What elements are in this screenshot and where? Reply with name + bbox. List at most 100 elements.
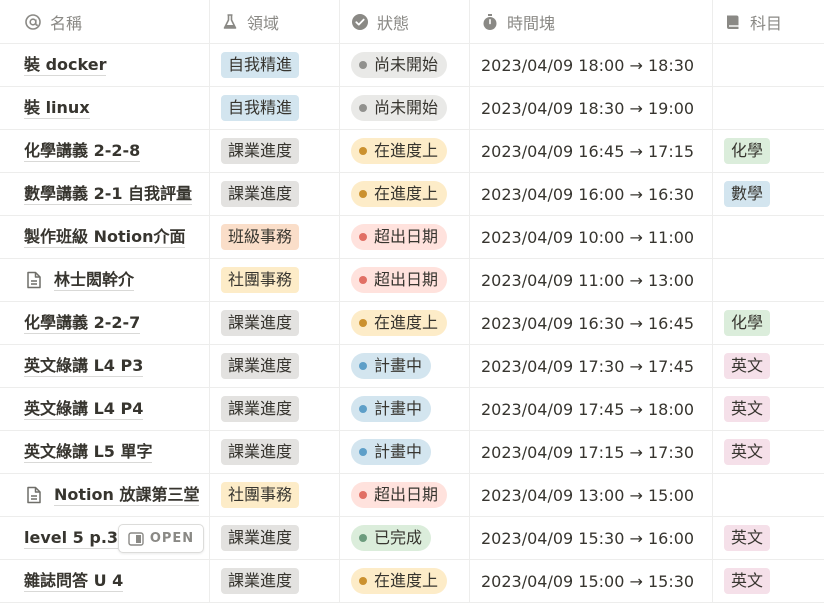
time-cell[interactable]: 2023/04/09 16:45 → 17:15 (470, 130, 713, 172)
table-row[interactable]: 製作班級 Notion介面 班級事務 超出日期 2023/04/09 10:00… (0, 216, 824, 259)
row-title[interactable]: 製作班級 Notion介面 (24, 226, 186, 248)
time-cell[interactable]: 2023/04/09 17:45 → 18:00 (470, 388, 713, 430)
table-row[interactable]: 裝 linux 自我精進 尚未開始 2023/04/09 18:30 → 19:… (0, 87, 824, 130)
row-title[interactable]: 裝 linux (24, 97, 90, 119)
area-tag: 自我精進 (221, 52, 300, 78)
area-cell[interactable]: 課業進度 (210, 302, 340, 344)
area-cell[interactable]: 課業進度 (210, 173, 340, 215)
name-cell[interactable]: 裝 docker (0, 44, 210, 86)
row-title[interactable]: 數學講義 2-1 自我評量 (24, 183, 193, 205)
status-cell[interactable]: 計畫中 (340, 345, 470, 387)
status-cell[interactable]: 尚未開始 (340, 87, 470, 129)
table-row[interactable]: 化學講義 2-2-7 課業進度 在進度上 2023/04/09 16:30 → … (0, 302, 824, 345)
area-cell[interactable]: 課業進度 (210, 560, 340, 602)
name-cell[interactable]: 裝 linux (0, 87, 210, 129)
status-cell[interactable]: 在進度上 (340, 302, 470, 344)
time-cell[interactable]: 2023/04/09 13:00 → 15:00 (470, 474, 713, 516)
table-row[interactable]: 雜誌問答 U 4 課業進度 在進度上 2023/04/09 15:00 → 15… (0, 560, 824, 603)
subject-cell[interactable] (713, 87, 824, 129)
name-cell[interactable]: 化學講義 2-2-8 (0, 130, 210, 172)
status-cell[interactable]: 已完成 (340, 517, 470, 559)
area-cell[interactable]: 社團事務 (210, 259, 340, 301)
row-title[interactable]: 裝 docker (24, 54, 107, 76)
table-row[interactable]: 英文綠講 L5 單字 課業進度 計畫中 2023/04/09 17:15 → 1… (0, 431, 824, 474)
row-title[interactable]: level 5 p.34 (24, 527, 130, 549)
status-cell[interactable]: 超出日期 (340, 259, 470, 301)
subject-cell[interactable] (713, 474, 824, 516)
name-cell[interactable]: 英文綠講 L5 單字 (0, 431, 210, 473)
open-page-button[interactable]: OPEN (118, 524, 204, 553)
subject-cell[interactable]: 化學 (713, 302, 824, 344)
column-header-name[interactable]: 名稱 (0, 0, 210, 43)
at-sign-icon (24, 13, 42, 31)
row-title[interactable]: Notion 放課第三堂 (54, 484, 200, 506)
status-cell[interactable]: 超出日期 (340, 474, 470, 516)
time-cell[interactable]: 2023/04/09 18:30 → 19:00 (470, 87, 713, 129)
row-title[interactable]: 英文綠講 L4 P3 (24, 355, 144, 377)
table-row[interactable]: 數學講義 2-1 自我評量 課業進度 在進度上 2023/04/09 16:00… (0, 173, 824, 216)
row-title[interactable]: 林士閎幹介 (54, 269, 135, 291)
row-title[interactable]: 化學講義 2-2-7 (24, 312, 141, 334)
area-cell[interactable]: 課業進度 (210, 517, 340, 559)
column-header-status[interactable]: 狀態 (340, 0, 470, 43)
area-tag: 課業進度 (221, 568, 300, 594)
status-cell[interactable]: 在進度上 (340, 173, 470, 215)
table-row[interactable]: 英文綠講 L4 P3 課業進度 計畫中 2023/04/09 17:30 → 1… (0, 345, 824, 388)
time-cell[interactable]: 2023/04/09 17:15 → 17:30 (470, 431, 713, 473)
time-cell[interactable]: 2023/04/09 10:00 → 11:00 (470, 216, 713, 258)
area-cell[interactable]: 自我精進 (210, 44, 340, 86)
status-cell[interactable]: 計畫中 (340, 388, 470, 430)
name-cell[interactable]: 英文綠講 L4 P4 (0, 388, 210, 430)
subject-cell[interactable] (713, 44, 824, 86)
subject-cell[interactable]: 英文 (713, 388, 824, 430)
time-cell[interactable]: 2023/04/09 16:00 → 16:30 (470, 173, 713, 215)
status-cell[interactable]: 在進度上 (340, 130, 470, 172)
subject-cell[interactable]: 英文 (713, 560, 824, 602)
column-header-time[interactable]: 時間塊 (470, 0, 713, 43)
subject-cell[interactable] (713, 216, 824, 258)
area-cell[interactable]: 課業進度 (210, 431, 340, 473)
status-cell[interactable]: 超出日期 (340, 216, 470, 258)
area-cell[interactable]: 班級事務 (210, 216, 340, 258)
subject-cell[interactable]: 英文 (713, 431, 824, 473)
table-row[interactable]: 化學講義 2-2-8 課業進度 在進度上 2023/04/09 16:45 → … (0, 130, 824, 173)
name-cell[interactable]: 數學講義 2-1 自我評量 (0, 173, 210, 215)
column-header-area[interactable]: 領域 (210, 0, 340, 43)
table-row[interactable]: level 5 p.34 課業進度 已完成 2023/04/09 15:30 →… (0, 517, 824, 560)
time-cell[interactable]: 2023/04/09 11:00 → 13:00 (470, 259, 713, 301)
table-row[interactable]: Notion 放課第三堂 社團事務 超出日期 2023/04/09 13:00 … (0, 474, 824, 517)
name-cell[interactable]: 製作班級 Notion介面 (0, 216, 210, 258)
time-cell[interactable]: 2023/04/09 15:00 → 15:30 (470, 560, 713, 602)
table-row[interactable]: 英文綠講 L4 P4 課業進度 計畫中 2023/04/09 17:45 → 1… (0, 388, 824, 431)
area-cell[interactable]: 自我精進 (210, 87, 340, 129)
subject-cell[interactable]: 英文 (713, 517, 824, 559)
status-cell[interactable]: 尚未開始 (340, 44, 470, 86)
area-cell[interactable]: 課業進度 (210, 388, 340, 430)
subject-cell[interactable]: 數學 (713, 173, 824, 215)
area-cell[interactable]: 課業進度 (210, 345, 340, 387)
row-title[interactable]: 雜誌問答 U 4 (24, 570, 124, 592)
table-row[interactable]: 林士閎幹介 社團事務 超出日期 2023/04/09 11:00 → 13:00 (0, 259, 824, 302)
subject-cell[interactable]: 英文 (713, 345, 824, 387)
row-title[interactable]: 英文綠講 L5 單字 (24, 441, 153, 463)
name-cell[interactable]: 林士閎幹介 (0, 259, 210, 301)
time-cell[interactable]: 2023/04/09 16:30 → 16:45 (470, 302, 713, 344)
page-document-icon (24, 485, 44, 505)
area-cell[interactable]: 社團事務 (210, 474, 340, 516)
table-row[interactable]: 裝 docker 自我精進 尚未開始 2023/04/09 18:00 → 18… (0, 44, 824, 87)
area-cell[interactable]: 課業進度 (210, 130, 340, 172)
name-cell[interactable]: Notion 放課第三堂 (0, 474, 210, 516)
name-cell[interactable]: 化學講義 2-2-7 (0, 302, 210, 344)
name-cell[interactable]: 英文綠講 L4 P3 (0, 345, 210, 387)
name-cell[interactable]: 雜誌問答 U 4 (0, 560, 210, 602)
time-cell[interactable]: 2023/04/09 17:30 → 17:45 (470, 345, 713, 387)
time-cell[interactable]: 2023/04/09 18:00 → 18:30 (470, 44, 713, 86)
status-cell[interactable]: 在進度上 (340, 560, 470, 602)
time-cell[interactable]: 2023/04/09 15:30 → 16:00 (470, 517, 713, 559)
subject-cell[interactable]: 化學 (713, 130, 824, 172)
row-title[interactable]: 英文綠講 L4 P4 (24, 398, 144, 420)
row-title[interactable]: 化學講義 2-2-8 (24, 140, 141, 162)
status-cell[interactable]: 計畫中 (340, 431, 470, 473)
column-header-subject[interactable]: 科目 (713, 0, 824, 43)
subject-cell[interactable] (713, 259, 824, 301)
